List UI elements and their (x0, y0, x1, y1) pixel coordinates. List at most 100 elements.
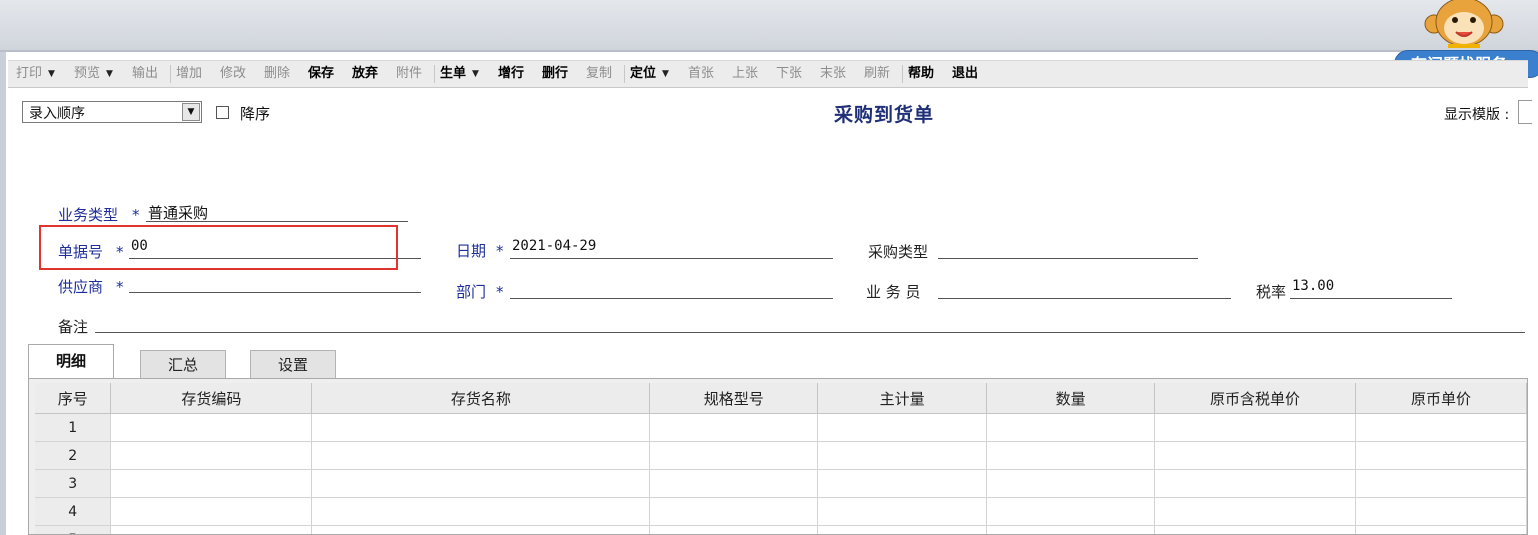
grid-cell[interactable] (817, 497, 988, 526)
column-header[interactable]: 规格型号 (649, 383, 819, 414)
grid-cell[interactable] (817, 413, 988, 442)
grid-cell[interactable] (110, 525, 313, 534)
grid-cell[interactable] (311, 469, 651, 498)
table-row[interactable]: 2 (35, 441, 1527, 470)
grid-cell[interactable] (1154, 413, 1356, 442)
toolbar-item[interactable]: 增行 (498, 61, 524, 87)
chevron-down-icon[interactable]: ▼ (662, 69, 669, 79)
chevron-down-icon[interactable]: ▼ (106, 69, 113, 79)
descending-checkbox[interactable] (216, 106, 229, 119)
grid-cell[interactable] (311, 497, 651, 526)
toolbar-separator (434, 65, 435, 83)
table-row[interactable]: 5 (35, 525, 1527, 534)
toolbar-item[interactable]: 输出 (132, 61, 158, 87)
toolbar-item-label: 增行 (498, 66, 525, 81)
toolbar-item[interactable]: 预览 ▼ (74, 61, 113, 87)
grid-cell[interactable] (110, 497, 313, 526)
table-row[interactable]: 3 (35, 469, 1527, 498)
detail-table: 序号存货编码存货名称规格型号主计量数量原币含税单价原币单价 12345 (35, 383, 1527, 534)
column-header[interactable]: 数量 (986, 383, 1156, 414)
toolbar-item[interactable]: 首张 (688, 61, 714, 87)
toolbar-item[interactable]: 附件 (396, 61, 422, 87)
toolbar-separator (170, 65, 171, 83)
grid-cell[interactable] (649, 441, 819, 470)
date-input[interactable]: 2021-04-29 (512, 238, 596, 254)
grid-cell[interactable] (110, 413, 313, 442)
column-header[interactable]: 主计量 (817, 383, 988, 414)
toolbar-item[interactable]: 修改 (220, 61, 246, 87)
tax-rate-underline (1290, 298, 1452, 299)
column-header[interactable]: 存货名称 (311, 383, 651, 414)
toolbar-item-label: 输出 (132, 66, 159, 81)
tax-rate-label: 税率 (1256, 283, 1287, 301)
toolbar-item-label: 生单 (440, 66, 467, 81)
toolbar-item[interactable]: 帮助 (908, 61, 934, 87)
grid-cell[interactable] (1154, 441, 1356, 470)
toolbar-item[interactable]: 定位 ▼ (630, 61, 669, 87)
tab-detail[interactable]: 明细 (28, 344, 114, 378)
business-type-underline (146, 221, 408, 222)
chevron-down-icon[interactable]: ▼ (472, 69, 479, 79)
toolbar-item[interactable]: 退出 (952, 61, 978, 87)
column-header[interactable]: 原币单价 (1355, 383, 1527, 414)
grid-cell[interactable] (1355, 413, 1527, 442)
toolbar-item-label: 复制 (586, 66, 613, 81)
department-label: 部门 (456, 283, 487, 301)
department-underline (510, 298, 833, 299)
column-header[interactable]: 序号 (35, 383, 112, 414)
chevron-down-icon[interactable]: ▼ (182, 103, 200, 121)
grid-cell[interactable] (1154, 525, 1356, 534)
toolbar-item[interactable]: 删除 (264, 61, 290, 87)
grid-cell[interactable] (1154, 497, 1356, 526)
grid-cell[interactable] (1355, 525, 1527, 534)
column-header[interactable]: 原币含税单价 (1154, 383, 1356, 414)
grid-cell[interactable] (986, 525, 1156, 534)
chevron-down-icon[interactable]: ▼ (48, 69, 55, 79)
grid-cell[interactable] (1355, 441, 1527, 470)
remark-underline (95, 332, 1525, 333)
monkey-mascot-icon[interactable] (1424, 0, 1504, 48)
tab-summary[interactable]: 汇总 (140, 350, 226, 378)
toolbar-item[interactable]: 复制 (586, 61, 612, 87)
grid-cell[interactable] (110, 469, 313, 498)
toolbar-item[interactable]: 生单 ▼ (440, 61, 479, 87)
grid-cell[interactable] (986, 441, 1156, 470)
toolbar-item-label: 首张 (688, 66, 715, 81)
toolbar-item[interactable]: 保存 (308, 61, 334, 87)
toolbar-item[interactable]: 末张 (820, 61, 846, 87)
toolbar-item[interactable]: 下张 (776, 61, 802, 87)
grid-cell[interactable] (110, 441, 313, 470)
business-type-value[interactable]: 普通采购 (148, 202, 208, 223)
toolbar-item-label: 刷新 (864, 66, 891, 81)
toolbar-item[interactable]: 打印 ▼ (16, 61, 55, 87)
toolbar-item[interactable]: 上张 (732, 61, 758, 87)
grid-cell[interactable] (1355, 469, 1527, 498)
tab-settings[interactable]: 设置 (250, 350, 336, 378)
top-bar-divider (0, 50, 1538, 52)
grid-cell[interactable] (1355, 497, 1527, 526)
toolbar-item[interactable]: 放弃 (352, 61, 378, 87)
grid-cell[interactable] (817, 525, 988, 534)
tax-rate-input[interactable]: 13.00 (1292, 278, 1334, 294)
grid-cell[interactable] (817, 469, 988, 498)
grid-cell[interactable] (649, 525, 819, 534)
grid-cell[interactable] (986, 497, 1156, 526)
grid-cell[interactable] (1154, 469, 1356, 498)
grid-cell[interactable] (311, 441, 651, 470)
grid-cell[interactable] (311, 413, 651, 442)
grid-cell[interactable] (986, 469, 1156, 498)
grid-cell[interactable] (649, 497, 819, 526)
table-row[interactable]: 4 (35, 497, 1527, 526)
toolbar-item[interactable]: 刷新 (864, 61, 890, 87)
column-header[interactable]: 存货编码 (110, 383, 313, 414)
grid-cell[interactable] (649, 413, 819, 442)
toolbar-item[interactable]: 删行 (542, 61, 568, 87)
sort-order-select[interactable]: 录入顺序 ▼ (22, 101, 202, 123)
grid-cell[interactable] (817, 441, 988, 470)
grid-cell[interactable] (649, 469, 819, 498)
display-template-select[interactable] (1518, 100, 1532, 124)
table-row[interactable]: 1 (35, 413, 1527, 442)
grid-cell[interactable] (986, 413, 1156, 442)
grid-cell[interactable] (311, 525, 651, 534)
toolbar-item[interactable]: 增加 (176, 61, 202, 87)
